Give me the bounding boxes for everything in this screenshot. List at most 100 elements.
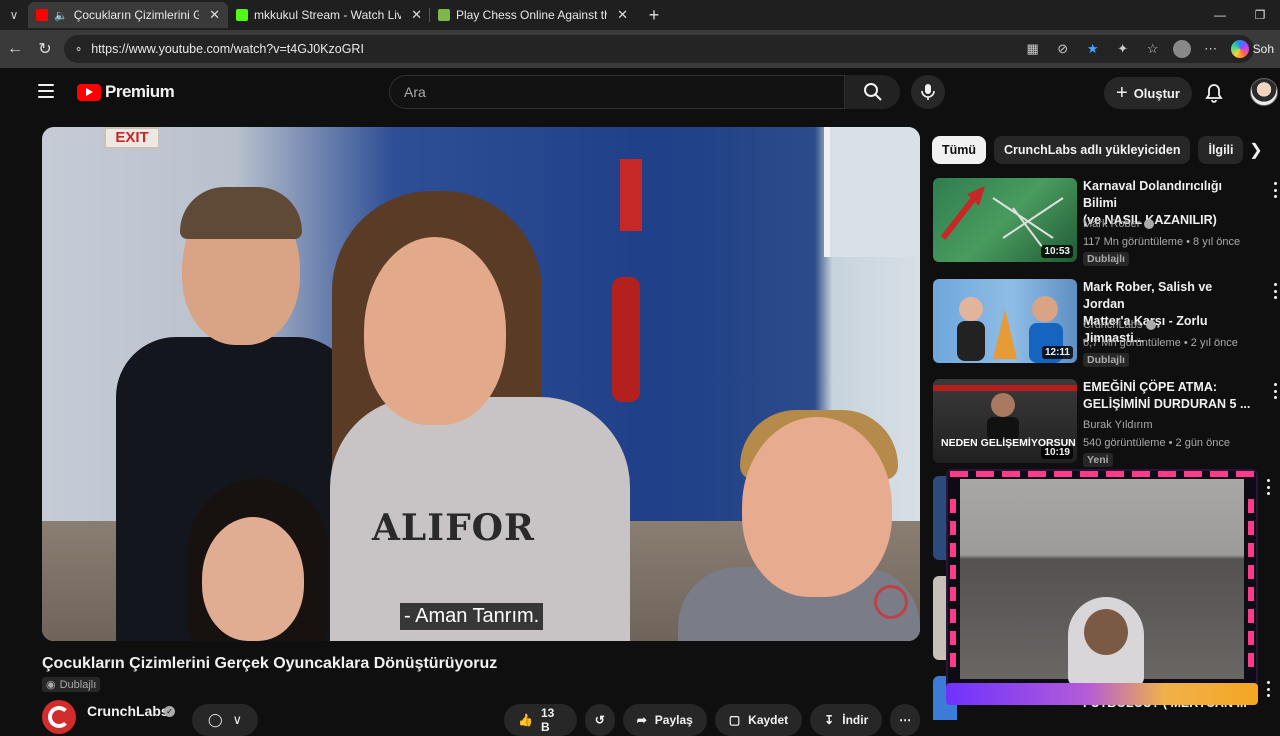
channel-name[interactable]: CrunchLabs <box>87 703 169 719</box>
address-bar-icons: ▦ ⊘ ★ ✦ ☆ ⋯ Soh <box>1023 30 1280 68</box>
notifications-button[interactable] <box>1202 81 1226 105</box>
recommendation-thumbnail[interactable]: NEDEN GELİŞEMİYORSUN 10:19 <box>933 379 1077 463</box>
plus-icon: + <box>1116 82 1128 104</box>
recommendation-channel[interactable]: CrunchLabs <box>1083 319 1157 331</box>
video-duration: 10:19 <box>1041 446 1073 459</box>
more-options-icon[interactable]: ⋯ <box>1201 39 1221 59</box>
favorites-icon[interactable]: ☆ <box>1143 39 1163 59</box>
download-icon: ↧ <box>824 713 835 727</box>
favorite-star-icon[interactable]: ★ <box>1083 39 1103 59</box>
download-label: İndir <box>842 713 869 727</box>
logo-text: Premium <box>105 82 175 101</box>
download-button[interactable]: ↧ İndir <box>810 704 883 736</box>
save-button[interactable]: ▢ Kaydet <box>714 704 803 736</box>
youtube-favicon-icon <box>36 9 48 21</box>
chess-favicon-icon <box>438 9 450 21</box>
thumbs-up-icon: 👍 <box>518 713 533 727</box>
subscription-bell-button[interactable]: ◯ ∨ <box>192 704 258 736</box>
like-count: 13 B <box>540 706 555 734</box>
video-duration: 10:53 <box>1041 245 1073 258</box>
profile-icon[interactable] <box>1172 40 1191 58</box>
recommendation-meta: 117 Mn görüntüleme • 8 yıl önce <box>1083 236 1241 248</box>
share-label: Paylaş <box>654 713 693 727</box>
search-button[interactable] <box>845 75 900 109</box>
chip-all[interactable]: Tümü <box>932 136 987 164</box>
more-vert-icon[interactable] <box>1271 283 1279 299</box>
save-label: Kaydet <box>748 713 789 727</box>
dubbed-icon: ◉ <box>46 679 56 691</box>
dislike-button[interactable]: ↺ <box>584 704 615 736</box>
tab-kick[interactable]: mkkukul Stream - Watch Live on K ✕ <box>228 2 430 28</box>
video-player[interactable]: EXIT ALIFOR - Aman Tanrım. <box>42 127 920 641</box>
more-icon: ⋯ <box>899 713 912 727</box>
address-bar-row: ← ↻ ⚬ https://www.youtube.com/watch?v=t4… <box>0 30 1280 68</box>
chevron-right-icon[interactable]: ❯ <box>1244 138 1268 162</box>
create-button[interactable]: + Oluştur <box>1104 77 1192 109</box>
refresh-icon[interactable]: ↻ <box>30 34 60 64</box>
channel-avatar[interactable] <box>42 700 76 734</box>
webcam-bottom-bar <box>946 683 1258 705</box>
menu-icon[interactable] <box>38 84 54 98</box>
recommendation-thumbnail[interactable]: 10:53 <box>933 178 1077 262</box>
recommendation-item[interactable]: 12:11 Mark Rober, Salish ve Jordan Matte… <box>933 279 1279 367</box>
create-label: Oluştur <box>1133 85 1180 101</box>
recommendation-channel[interactable]: Mark Rober <box>1083 218 1155 230</box>
new-tab-button[interactable]: + <box>642 5 666 26</box>
thumbs-down-icon: ↺ <box>594 713 605 727</box>
bell-icon: ◯ <box>207 712 223 727</box>
search-icon <box>863 83 882 101</box>
app-available-icon[interactable]: ▦ <box>1023 39 1043 59</box>
tab-youtube[interactable]: 🔈 Çocukların Çizimlerini Gerçek ✕ <box>28 2 228 28</box>
close-tab-icon[interactable]: ✕ <box>209 7 220 23</box>
close-tab-icon[interactable]: ✕ <box>411 7 422 23</box>
copilot-icon <box>1230 40 1249 58</box>
dubbed-badge: ◉ Dublajlı <box>42 677 101 692</box>
recommendation-title: EMEĞİNİ ÇÖPE ATMA: GELİŞİMİNİ DURDURAN 5… <box>1083 380 1251 411</box>
dubbed-label: Dublajlı <box>59 678 97 691</box>
close-tab-icon[interactable]: ✕ <box>617 7 628 23</box>
search-input[interactable]: Ara <box>389 75 845 109</box>
tab-title: Play Chess Online Against the Con <box>456 8 607 22</box>
recommendation-item[interactable]: NEDEN GELİŞEMİYORSUN 10:19 EMEĞİNİ ÇÖPE … <box>933 379 1279 467</box>
recommendation-channel[interactable]: Burak Yıldırım <box>1083 419 1153 431</box>
tab-title: mkkukul Stream - Watch Live on K <box>254 8 402 22</box>
filter-chips: Tümü CrunchLabs adlı yükleyiciden İlgili <box>932 136 1244 164</box>
restore-icon[interactable]: ❐ <box>1240 0 1280 30</box>
more-actions-button[interactable]: ⋯ <box>890 704 920 736</box>
youtube-play-icon <box>77 83 101 101</box>
more-vert-icon[interactable] <box>1271 182 1279 198</box>
like-button[interactable]: 👍 13 B <box>504 704 577 736</box>
more-vert-icon[interactable] <box>1264 479 1272 495</box>
minimize-icon[interactable]: — <box>1200 0 1240 30</box>
verified-icon <box>1146 320 1157 330</box>
kick-favicon-icon <box>236 9 248 21</box>
webcam-overlay <box>946 469 1258 705</box>
webcam-video <box>960 479 1244 687</box>
speaker-icon[interactable]: 🔈 <box>54 9 68 22</box>
tab-actions-menu[interactable]: ∨ <box>0 0 28 30</box>
channel-watermark-icon[interactable] <box>874 585 908 619</box>
recommendation-item[interactable]: 10:53 Karnaval Dolandırıcılığı Bilimi (v… <box>933 178 1279 266</box>
extensions-icon[interactable]: ✦ <box>1113 39 1133 59</box>
video-title: Çocukların Çizimlerini Gerçek Oyuncaklar… <box>42 655 498 672</box>
browser-tab-bar: ∨ 🔈 Çocukların Çizimlerini Gerçek ✕ mkku… <box>0 0 1280 30</box>
youtube-header: Premium Ara + Oluştur <box>12 68 1280 118</box>
site-info-icon[interactable]: ⚬ <box>74 43 83 56</box>
recommendation-thumbnail[interactable]: 12:11 <box>933 279 1077 363</box>
chip-related[interactable]: İlgili <box>1198 136 1244 164</box>
voice-search-button[interactable] <box>911 75 945 109</box>
url-text: https://www.youtube.com/watch?v=t4GJ0Kzo… <box>91 42 364 56</box>
shirt-text: ALIFOR <box>372 507 535 549</box>
more-vert-icon[interactable] <box>1264 681 1272 697</box>
chip-uploader[interactable]: CrunchLabs adlı yükleyiciden <box>994 136 1191 164</box>
tab-chess[interactable]: Play Chess Online Against the Con ✕ <box>430 2 636 28</box>
channel-row: CrunchLabs ✓ ◯ ∨ 👍 13 B ↺ ➦ Paylaş ▢ Kay… <box>42 700 920 736</box>
youtube-logo[interactable]: Premium <box>77 82 175 102</box>
copilot-button[interactable]: Soh <box>1230 40 1274 58</box>
more-vert-icon[interactable] <box>1271 383 1279 399</box>
share-button[interactable]: ➦ Paylaş <box>622 704 707 736</box>
tracking-prevention-icon[interactable]: ⊘ <box>1053 39 1073 59</box>
back-icon[interactable]: ← <box>0 34 30 64</box>
copilot-label: Soh <box>1252 42 1274 56</box>
account-avatar[interactable] <box>1250 78 1278 106</box>
